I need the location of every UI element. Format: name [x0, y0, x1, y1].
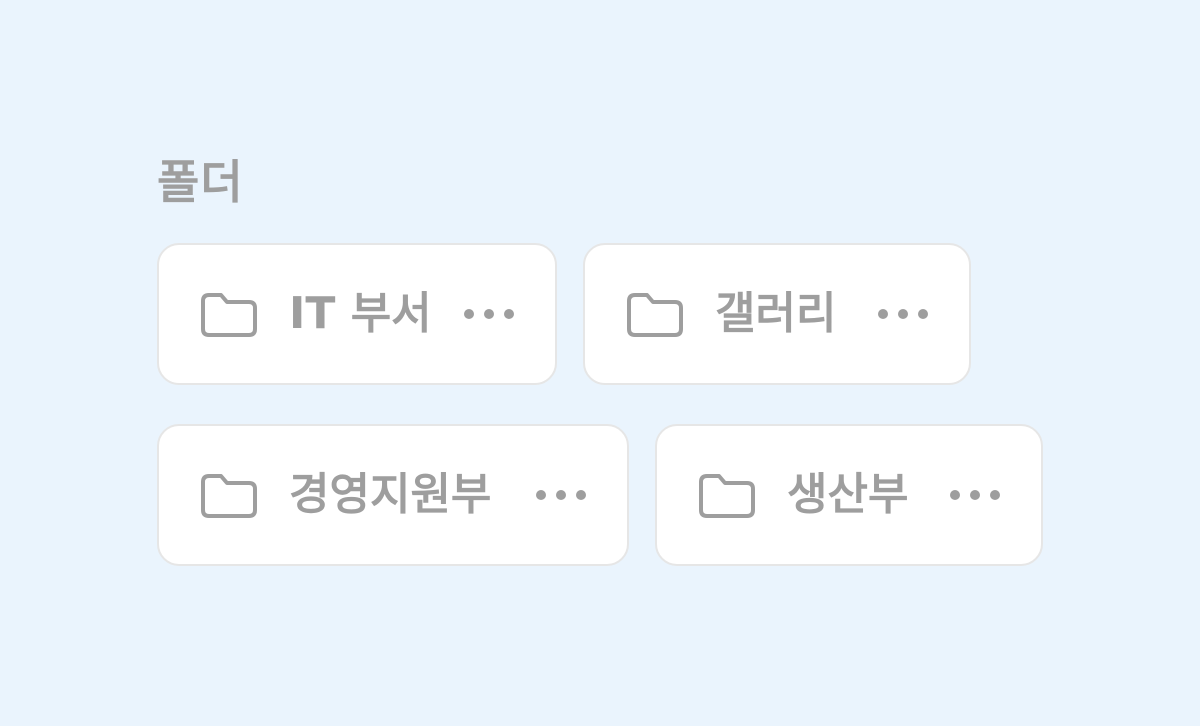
folder-card-it[interactable]: IT 부서 — [157, 243, 557, 385]
more-horizontal-icon[interactable] — [459, 290, 519, 338]
folder-icon — [199, 472, 259, 520]
more-horizontal-icon[interactable] — [945, 471, 1005, 519]
more-horizontal-icon[interactable] — [873, 290, 933, 338]
folder-name: 경영지원부 — [289, 469, 492, 520]
more-horizontal-icon[interactable] — [531, 471, 591, 519]
folder-name: 갤러리 — [715, 288, 837, 339]
dot — [556, 490, 566, 500]
folder-name: 생산부 — [787, 469, 909, 520]
dot — [464, 309, 474, 319]
dot — [536, 490, 546, 500]
dot — [504, 309, 514, 319]
folder-card-gallery[interactable]: 갤러리 — [583, 243, 971, 385]
folder-card-management[interactable]: 경영지원부 — [157, 424, 629, 566]
dot — [918, 309, 928, 319]
dot — [484, 309, 494, 319]
dot — [970, 490, 980, 500]
folder-card-production[interactable]: 생산부 — [655, 424, 1043, 566]
dot — [950, 490, 960, 500]
folder-icon — [625, 291, 685, 339]
dot — [878, 309, 888, 319]
dot — [990, 490, 1000, 500]
dot — [898, 309, 908, 319]
folder-name: IT 부서 — [289, 288, 432, 339]
dot — [576, 490, 586, 500]
folder-icon — [697, 472, 757, 520]
section-title: 폴더 — [157, 155, 244, 209]
folder-icon — [199, 291, 259, 339]
